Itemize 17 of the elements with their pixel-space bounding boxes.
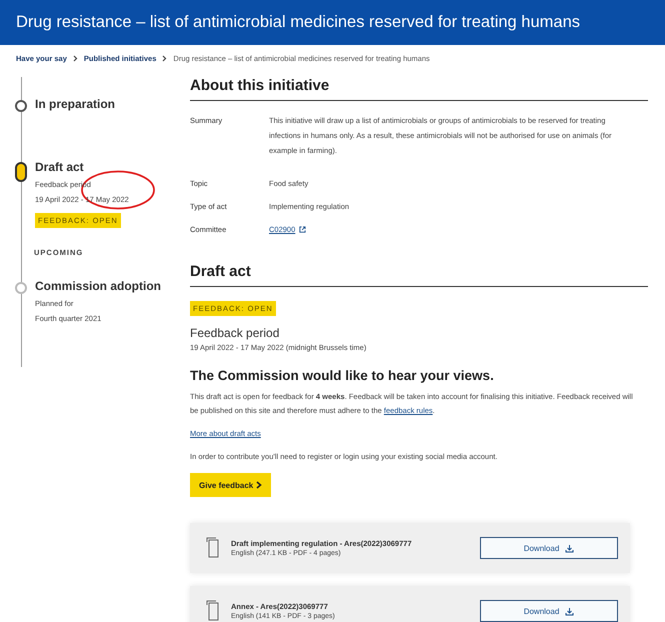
step-title: In preparation <box>35 97 116 111</box>
step-title: Draft act <box>35 160 85 174</box>
feedback-period-title: Feedback period <box>190 326 280 340</box>
section-heading: Draft act <box>190 263 648 287</box>
download-button[interactable]: Download <box>480 600 618 622</box>
external-link-icon <box>299 226 306 233</box>
chevron-icon <box>256 481 262 489</box>
section-heading: About this initiative <box>190 77 648 101</box>
page-title: Drug resistance – list of antimicrobial medicines reserved for treating humans <box>16 13 580 32</box>
download-icon <box>565 606 574 616</box>
step-title: Commission adoption <box>35 279 161 293</box>
download-button[interactable]: Download <box>480 537 618 559</box>
chevron-icon <box>162 55 168 62</box>
download-icon <box>565 544 574 552</box>
views-heading: The Commission would like to hear your views. <box>190 368 495 383</box>
chevron-icon <box>72 55 78 62</box>
give-feedback-button[interactable]: Give feedback <box>190 473 272 497</box>
